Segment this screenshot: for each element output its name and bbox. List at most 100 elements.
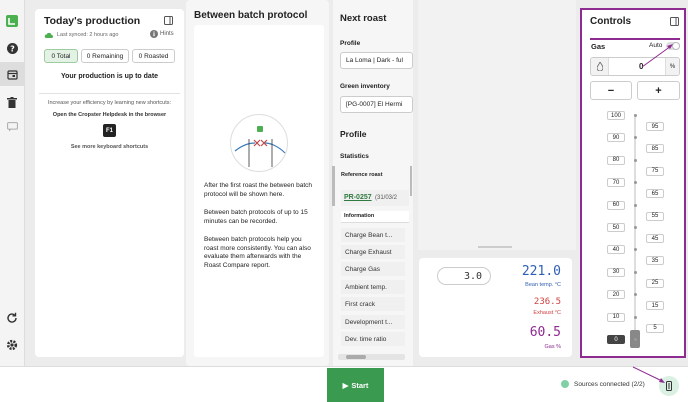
gas-preset-right[interactable]: 25 [646, 278, 664, 288]
filter-total[interactable]: 0 Total [44, 49, 78, 63]
gas-preset-right[interactable]: 55 [646, 211, 664, 221]
batch-protocol-panel: Between batch protocol After the first r… [186, 0, 329, 366]
profile-label: Profile [340, 40, 361, 47]
hints-label[interactable]: Hints [160, 31, 174, 37]
stat-row: Dev. time ratio [341, 332, 405, 346]
stat-row: Ambient temp. [341, 280, 405, 294]
reference-date: (31/03/2 [375, 195, 398, 201]
filter-remaining[interactable]: 0 Remaining [81, 49, 129, 63]
slider-dot [634, 248, 637, 252]
slider-dot [634, 315, 637, 319]
gas-accent-line [590, 38, 680, 40]
gas-preset-right[interactable]: 95 [646, 122, 664, 131]
bean-temp-label: Bean temp. °C [525, 282, 561, 288]
scrollbar[interactable] [332, 166, 335, 206]
gas-preset-right[interactable]: 5 [646, 323, 664, 333]
scroll-thumb[interactable] [346, 355, 366, 359]
production-calendar-icon[interactable] [0, 62, 25, 86]
shortcut-intro: Increase your efficiency by learning new… [47, 100, 172, 106]
trash-icon[interactable] [5, 95, 19, 109]
annotation-arrow-icon [632, 366, 665, 383]
sync-icon[interactable] [5, 311, 19, 325]
slider-track[interactable] [634, 114, 636, 348]
protocol-para-1: After the first roast the between batch … [204, 182, 313, 198]
gas-preset-right[interactable]: 35 [646, 256, 664, 266]
profile-heading: Profile [340, 129, 367, 139]
divider [39, 93, 180, 94]
gas-preset-right[interactable]: 15 [646, 301, 664, 311]
sync-status: Last synced: 2 hours ago [57, 31, 119, 38]
gas-preset-right[interactable]: 65 [646, 189, 664, 199]
info-header: Information [344, 213, 375, 219]
production-panel: Today's production Last synced: 2 hours … [35, 9, 184, 357]
more-shortcuts-link[interactable]: See more keyboard shortcuts [35, 144, 184, 150]
stat-row: Charge Bean t... [341, 228, 405, 242]
reading-input[interactable]: 3.0 [437, 267, 491, 285]
gas-preset-left[interactable]: 10 [607, 312, 625, 322]
gas-preset-left[interactable]: 20 [607, 290, 625, 300]
reference-link[interactable]: PR-0257 [344, 194, 372, 201]
increase-button[interactable]: + [637, 81, 680, 100]
help-icon[interactable]: ? [5, 41, 19, 55]
stat-row: Charge Exhaust [341, 245, 405, 259]
cropster-logo-icon[interactable] [5, 14, 19, 28]
protocol-para-2: Between batch protocols of up to 15 minu… [204, 209, 308, 225]
panel-toggle-icon[interactable] [164, 16, 173, 25]
panel-toggle-icon[interactable] [670, 17, 679, 26]
connection-status-icon [561, 380, 569, 388]
gas-preset-left[interactable]: 0 [607, 335, 625, 344]
gas-value: 60.5 [529, 325, 561, 340]
gas-label: Gas % [544, 344, 561, 350]
gas-preset-left[interactable]: 30 [607, 267, 625, 277]
device-icon [666, 381, 672, 391]
gas-preset-left[interactable]: 40 [607, 245, 625, 255]
info-icon[interactable] [150, 30, 158, 38]
gas-preset-left[interactable]: 80 [607, 155, 625, 165]
batch-protocol-title: Between batch protocol [194, 10, 308, 21]
start-button[interactable]: ▶ Start [327, 368, 384, 402]
gas-preset-left[interactable]: 70 [607, 178, 625, 188]
statistics-label: Statistics [340, 153, 369, 160]
comment-icon[interactable] [5, 120, 19, 134]
slider-dot [634, 114, 637, 117]
slider-dot [634, 226, 637, 229]
bean-temp-value: 221.0 [521, 264, 561, 279]
slider-dot [634, 203, 637, 207]
protocol-illustration [230, 114, 288, 172]
flame-icon [591, 58, 609, 75]
exhaust-temp-label: Exhaust °C [533, 310, 561, 316]
annotation-arrow-icon [641, 44, 673, 68]
production-title: Today's production [44, 15, 141, 27]
stat-row: Charge Gas [341, 262, 405, 276]
slider-dot [634, 158, 637, 162]
readings-panel: 3.0 221.0 Bean temp. °C 236.5 Exhaust °C… [419, 258, 572, 357]
slider-dot [634, 293, 637, 297]
play-icon: ▶ [342, 380, 349, 390]
green-inventory-select[interactable]: [PG-0007] El Hermi [340, 96, 413, 113]
gas-preset-right[interactable]: 45 [646, 234, 664, 243]
profile-select[interactable]: La Loma | Dark - ful [340, 52, 413, 69]
cloud-check-icon [44, 31, 53, 38]
reference-header: Reference roast [341, 172, 383, 178]
gas-preset-right[interactable]: 85 [646, 144, 664, 154]
roast-graph-area [418, 0, 576, 250]
next-roast-title: Next roast [340, 13, 387, 24]
gas-preset-right[interactable]: 75 [646, 166, 664, 176]
production-status: Your production is up to date [60, 73, 159, 80]
exhaust-temp-value: 236.5 [533, 297, 561, 307]
horizontal-scrollbar[interactable] [338, 354, 405, 360]
filter-roasted[interactable]: 0 Roasted [132, 49, 175, 63]
controls-title: Controls [590, 16, 632, 27]
settings-gear-icon[interactable] [5, 338, 19, 352]
next-roast-panel: Next roast Profile La Loma | Dark - ful … [332, 0, 413, 366]
gas-preset-left[interactable]: 100 [607, 111, 625, 120]
decrease-button[interactable]: − [590, 81, 632, 100]
scrollbar-right[interactable] [410, 166, 412, 196]
splitter-handle[interactable] [478, 246, 512, 248]
gas-preset-left[interactable]: 60 [607, 200, 625, 210]
slider-dot [634, 136, 637, 140]
gas-preset-left[interactable]: 50 [607, 223, 625, 232]
gas-preset-left[interactable]: 90 [607, 133, 625, 143]
gas-label: Gas [591, 42, 606, 51]
slider-dot [634, 181, 637, 185]
